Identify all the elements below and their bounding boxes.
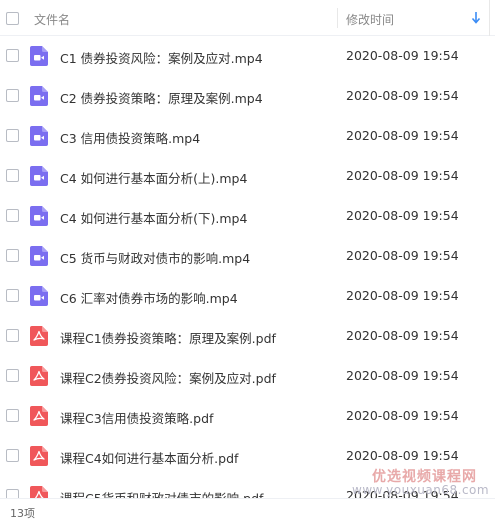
- column-divider: [489, 0, 490, 36]
- file-row-checkbox[interactable]: [6, 89, 19, 102]
- file-modified-time: 2020-08-09 19:54: [346, 128, 459, 143]
- video-file-icon: [30, 126, 48, 146]
- file-row-checkbox[interactable]: [6, 129, 19, 142]
- file-name[interactable]: C4 如何进行基本面分析(下).mp4: [60, 208, 247, 227]
- file-row-checkbox[interactable]: [6, 489, 19, 498]
- file-name[interactable]: C6 汇率对债券市场的影响.mp4: [60, 288, 238, 307]
- pdf-file-icon: [30, 446, 48, 466]
- file-row[interactable]: C4 如何进行基本面分析(上).mp4 2020-08-09 19:54: [0, 156, 495, 196]
- column-divider: [337, 8, 338, 28]
- file-row-checkbox[interactable]: [6, 369, 19, 382]
- file-name[interactable]: C3 信用债投资策略.mp4: [60, 128, 200, 147]
- file-name[interactable]: 课程C2债券投资风险：案例及应对.pdf: [60, 368, 276, 387]
- file-row-checkbox[interactable]: [6, 49, 19, 62]
- file-name[interactable]: C2 债券投资策略：原理及案例.mp4: [60, 88, 263, 107]
- file-row-checkbox[interactable]: [6, 289, 19, 302]
- video-file-icon: [30, 246, 48, 266]
- pdf-file-icon: [30, 326, 48, 346]
- file-modified-time: 2020-08-09 19:54: [346, 408, 459, 423]
- file-modified-time: 2020-08-09 19:54: [346, 488, 459, 498]
- video-file-icon: [30, 46, 48, 66]
- column-header-name[interactable]: 文件名: [34, 11, 70, 28]
- file-row-checkbox[interactable]: [6, 449, 19, 462]
- pdf-file-icon: [30, 366, 48, 386]
- file-row[interactable]: 课程C1债券投资策略：原理及案例.pdf 2020-08-09 19:54: [0, 316, 495, 356]
- file-modified-time: 2020-08-09 19:54: [346, 48, 459, 63]
- file-modified-time: 2020-08-09 19:54: [346, 208, 459, 223]
- item-count: 13项: [10, 507, 35, 520]
- video-file-icon: [30, 286, 48, 306]
- pdf-file-icon: [30, 406, 48, 426]
- file-row[interactable]: C2 债券投资策略：原理及案例.mp4 2020-08-09 19:54: [0, 76, 495, 116]
- sort-descending-icon[interactable]: [470, 10, 482, 26]
- select-all-checkbox[interactable]: [6, 12, 19, 25]
- video-file-icon: [30, 206, 48, 226]
- file-modified-time: 2020-08-09 19:54: [346, 328, 459, 343]
- file-row[interactable]: 课程C5货币和财政对债市的影响.pdf 2020-08-09 19:54: [0, 476, 495, 498]
- file-row-checkbox[interactable]: [6, 329, 19, 342]
- file-name[interactable]: C5 货币与财政对债市的影响.mp4: [60, 248, 250, 267]
- file-row[interactable]: C6 汇率对债券市场的影响.mp4 2020-08-09 19:54: [0, 276, 495, 316]
- file-row-checkbox[interactable]: [6, 409, 19, 422]
- file-row-checkbox[interactable]: [6, 169, 19, 182]
- file-row-checkbox[interactable]: [6, 249, 19, 262]
- file-row[interactable]: C3 信用债投资策略.mp4 2020-08-09 19:54: [0, 116, 495, 156]
- file-row[interactable]: 课程C2债券投资风险：案例及应对.pdf 2020-08-09 19:54: [0, 356, 495, 396]
- file-name[interactable]: 课程C5货币和财政对债市的影响.pdf: [60, 488, 263, 498]
- pdf-file-icon: [30, 486, 48, 498]
- file-row[interactable]: 课程C4如何进行基本面分析.pdf 2020-08-09 19:54: [0, 436, 495, 476]
- video-file-icon: [30, 86, 48, 106]
- file-row[interactable]: 课程C3信用债投资策略.pdf 2020-08-09 19:54: [0, 396, 495, 436]
- file-row-checkbox[interactable]: [6, 209, 19, 222]
- status-bar: 13项: [0, 498, 495, 521]
- file-name[interactable]: 课程C1债券投资策略：原理及案例.pdf: [60, 328, 276, 347]
- file-name[interactable]: C1 债券投资风险：案例及应对.mp4: [60, 48, 263, 67]
- file-modified-time: 2020-08-09 19:54: [346, 168, 459, 183]
- file-modified-time: 2020-08-09 19:54: [346, 368, 459, 383]
- file-name[interactable]: 课程C3信用债投资策略.pdf: [60, 408, 213, 427]
- file-modified-time: 2020-08-09 19:54: [346, 88, 459, 103]
- file-list: C1 债券投资风险：案例及应对.mp4 2020-08-09 19:54 C2 债券…: [0, 36, 495, 498]
- video-file-icon: [30, 166, 48, 186]
- column-header-modified-time[interactable]: 修改时间: [346, 11, 394, 28]
- file-row[interactable]: C4 如何进行基本面分析(下).mp4 2020-08-09 19:54: [0, 196, 495, 236]
- file-modified-time: 2020-08-09 19:54: [346, 288, 459, 303]
- file-name[interactable]: C4 如何进行基本面分析(上).mp4: [60, 168, 247, 187]
- file-list-header: 文件名 修改时间: [0, 0, 495, 36]
- file-modified-time: 2020-08-09 19:54: [346, 448, 459, 463]
- file-modified-time: 2020-08-09 19:54: [346, 248, 459, 263]
- file-row[interactable]: C5 货币与财政对债市的影响.mp4 2020-08-09 19:54: [0, 236, 495, 276]
- file-name[interactable]: 课程C4如何进行基本面分析.pdf: [60, 448, 238, 467]
- file-row[interactable]: C1 债券投资风险：案例及应对.mp4 2020-08-09 19:54: [0, 36, 495, 76]
